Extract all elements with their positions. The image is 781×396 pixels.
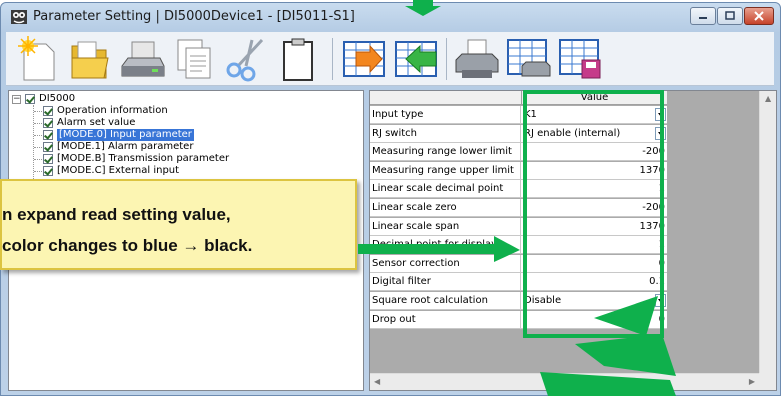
- value-column-highlight: [523, 90, 664, 338]
- tree-item-checkbox[interactable]: [43, 154, 53, 164]
- param-name-cell: Square root calculation: [370, 292, 521, 310]
- tree-item-checkbox[interactable]: [43, 142, 53, 152]
- folder-open-icon: [71, 41, 109, 79]
- new-button[interactable]: [14, 36, 62, 82]
- copy-button[interactable]: [170, 36, 218, 82]
- annotation-callout: n expand read setting value, color chang…: [0, 179, 357, 270]
- tree-guide-line: [34, 159, 42, 160]
- tree-item-checkbox[interactable]: [43, 106, 53, 116]
- scissors-icon: [226, 38, 264, 82]
- param-name-cell: Linear scale zero: [370, 199, 521, 217]
- scroll-corner: [759, 373, 776, 390]
- param-name-cell: Measuring range lower limit: [370, 143, 521, 162]
- scroll-right-icon[interactable]: ▶: [749, 377, 755, 386]
- grid-green-arrow-icon: [395, 41, 437, 77]
- maximize-button[interactable]: [717, 7, 743, 25]
- clipboard-icon: [283, 38, 313, 81]
- cut-button[interactable]: [222, 36, 270, 82]
- param-name-cell: Decimal point for display: [370, 236, 521, 255]
- param-name-cell: Linear scale span: [370, 217, 521, 236]
- tree-item-checkbox[interactable]: [43, 118, 53, 128]
- minimize-button[interactable]: [690, 7, 716, 25]
- tree-guide-line: [34, 123, 42, 124]
- param-name-cell: Drop out: [370, 310, 521, 329]
- toolbar-separator: [332, 38, 333, 80]
- window-title: Parameter Setting | DI5000Device1 - [DI5…: [33, 9, 355, 24]
- copy-pages-icon: [177, 39, 211, 79]
- open-button[interactable]: [66, 36, 114, 82]
- toolbar: [6, 32, 774, 86]
- tree-item-label[interactable]: [MODE.B] Transmission parameter: [57, 153, 229, 165]
- toolbar-separator: [446, 38, 447, 80]
- callout-line-2: color changes to blue → black.: [2, 236, 253, 255]
- grid-corner: [370, 91, 521, 105]
- scroll-left-icon[interactable]: ◀: [374, 377, 380, 386]
- minimize-icon: [699, 17, 707, 19]
- write-button[interactable]: [340, 36, 388, 82]
- param-name-cell: Measuring range upper limit: [370, 161, 521, 180]
- param-name-cell: Digital filter: [370, 273, 521, 292]
- root-checkbox[interactable]: [25, 94, 35, 104]
- save-grid-button[interactable]: [556, 36, 604, 82]
- vertical-scrollbar[interactable]: ▲: [759, 91, 776, 374]
- callout-line-1: n expand read setting value,: [2, 205, 231, 224]
- tree-item-checkbox[interactable]: [43, 166, 53, 176]
- tree-guide-line: [34, 111, 42, 112]
- tree-item-label[interactable]: [MODE.0] Input parameter: [57, 129, 194, 141]
- print-grid-button[interactable]: [504, 36, 552, 82]
- grid-save-icon: [559, 39, 601, 79]
- read-button[interactable]: [392, 36, 440, 82]
- param-name-cell: Linear scale decimal point: [370, 180, 521, 199]
- tree-guide-line: [34, 135, 42, 136]
- app-logo-icon: [11, 10, 27, 24]
- save-drive-icon: [121, 41, 165, 77]
- print-button[interactable]: [452, 36, 500, 82]
- tree-guide-line: [34, 171, 42, 172]
- scroll-up-icon[interactable]: ▲: [765, 94, 771, 103]
- paste-button[interactable]: [274, 36, 322, 82]
- tree-item-label[interactable]: [MODE.1] Alarm parameter: [57, 141, 193, 153]
- tree-item-label[interactable]: Alarm set value: [57, 117, 135, 129]
- tree-item-checkbox[interactable]: [43, 130, 53, 140]
- param-name-cell: Sensor correction: [370, 254, 521, 273]
- close-icon: [754, 11, 764, 21]
- tree-guide-line: [34, 147, 42, 148]
- param-name-cell: RJ switch: [370, 124, 521, 143]
- title-bar: Parameter Setting | DI5000Device1 - [DI5…: [1, 3, 780, 31]
- collapse-toggle[interactable]: −: [12, 95, 21, 104]
- tree-item-label[interactable]: [MODE.C] External input: [57, 165, 179, 177]
- maximize-icon: [725, 11, 735, 20]
- tree-item-label[interactable]: Operation information: [57, 105, 168, 117]
- printer-icon: [455, 39, 499, 78]
- horizontal-scrollbar[interactable]: ◀ ▶: [370, 373, 761, 390]
- save-button[interactable]: [118, 36, 166, 82]
- grid-printer-icon: [507, 39, 551, 77]
- close-button[interactable]: [744, 7, 774, 25]
- new-file-icon: [18, 36, 55, 81]
- grid-orange-arrow-icon: [343, 41, 385, 77]
- param-name-cell: Input type: [370, 106, 521, 124]
- tree-root-label[interactable]: DI5000: [39, 93, 75, 105]
